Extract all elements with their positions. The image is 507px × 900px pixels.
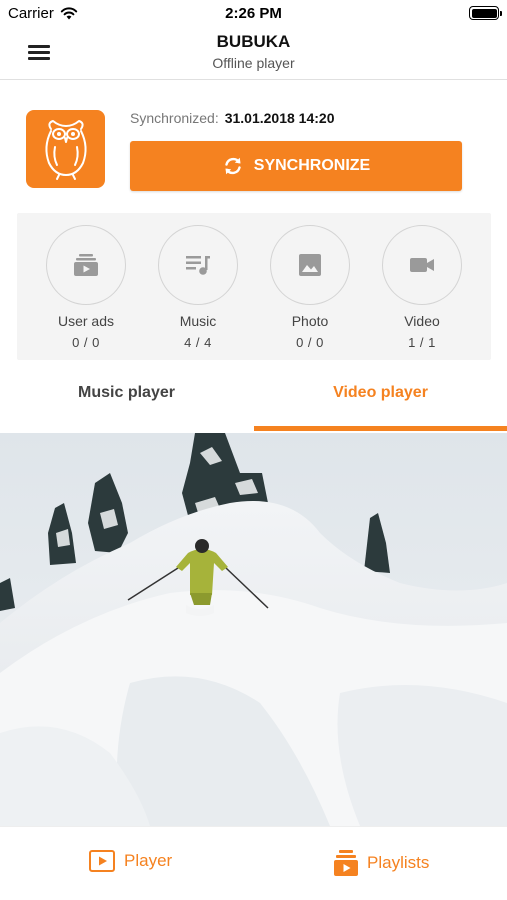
category-count: 1 / 1 — [408, 335, 436, 350]
category-user-ads[interactable]: User ads 0 / 0 — [44, 225, 128, 350]
sync-status: Synchronized: 31.01.2018 14:20 — [130, 110, 334, 126]
active-tab-indicator — [254, 426, 507, 431]
app-logo — [26, 110, 105, 188]
video-frame-skier — [0, 433, 507, 826]
player-nav-button[interactable]: Player — [88, 849, 172, 873]
category-count: 4 / 4 — [184, 335, 212, 350]
user-ads-icon — [74, 254, 98, 276]
player-nav-label: Player — [124, 851, 173, 870]
category-count: 0 / 0 — [72, 335, 100, 350]
player-tabs: Music player Video player — [0, 370, 507, 433]
synchronize-button[interactable]: SYNCHRONIZE — [130, 141, 462, 191]
status-bar: Carrier 2:26 PM — [0, 0, 507, 28]
video-player-view[interactable] — [0, 433, 507, 826]
category-count: 0 / 0 — [296, 335, 324, 350]
page-subtitle: Offline player — [212, 55, 295, 71]
page-title: BUBUKA — [216, 32, 291, 51]
category-video[interactable]: Video 1 / 1 — [380, 225, 464, 350]
playlists-icon — [334, 850, 358, 876]
category-music[interactable]: Music 4 / 4 — [156, 225, 240, 350]
category-circle — [158, 225, 238, 305]
category-name: Music — [179, 313, 217, 329]
sync-icon — [225, 157, 241, 175]
music-list-icon — [186, 256, 210, 275]
category-name: Photo — [291, 313, 329, 329]
category-name: Video — [404, 313, 440, 329]
video-camera-icon — [410, 258, 434, 272]
play-icon — [89, 850, 115, 872]
playlists-nav-label: Playlists — [367, 853, 430, 872]
category-circle — [46, 225, 126, 305]
status-time: 2:26 PM — [225, 5, 282, 22]
category-name: User ads — [57, 313, 115, 329]
category-photo[interactable]: Photo 0 / 0 — [268, 225, 352, 350]
tab-music-player[interactable]: Music player — [0, 370, 253, 433]
content-categories: User ads 0 / 0 Music 4 / 4 Photo 0 / 0 V… — [17, 213, 491, 360]
nav-bar: BUBUKA Offline player — [0, 28, 507, 80]
tab-video-player[interactable]: Video player — [254, 370, 507, 433]
synchronize-label: SYNCHRONIZE — [253, 157, 371, 174]
owl-logo-icon — [44, 120, 87, 180]
battery-icon — [469, 6, 502, 20]
category-circle — [382, 225, 462, 305]
bottom-nav: Player Playlists — [0, 826, 507, 900]
photo-icon — [299, 254, 321, 276]
sync-date: 31.01.2018 14:20 — [224, 110, 335, 126]
sync-label: Synchronized: — [130, 110, 219, 126]
playlists-nav-button[interactable]: Playlists — [333, 849, 429, 877]
category-circle — [270, 225, 350, 305]
